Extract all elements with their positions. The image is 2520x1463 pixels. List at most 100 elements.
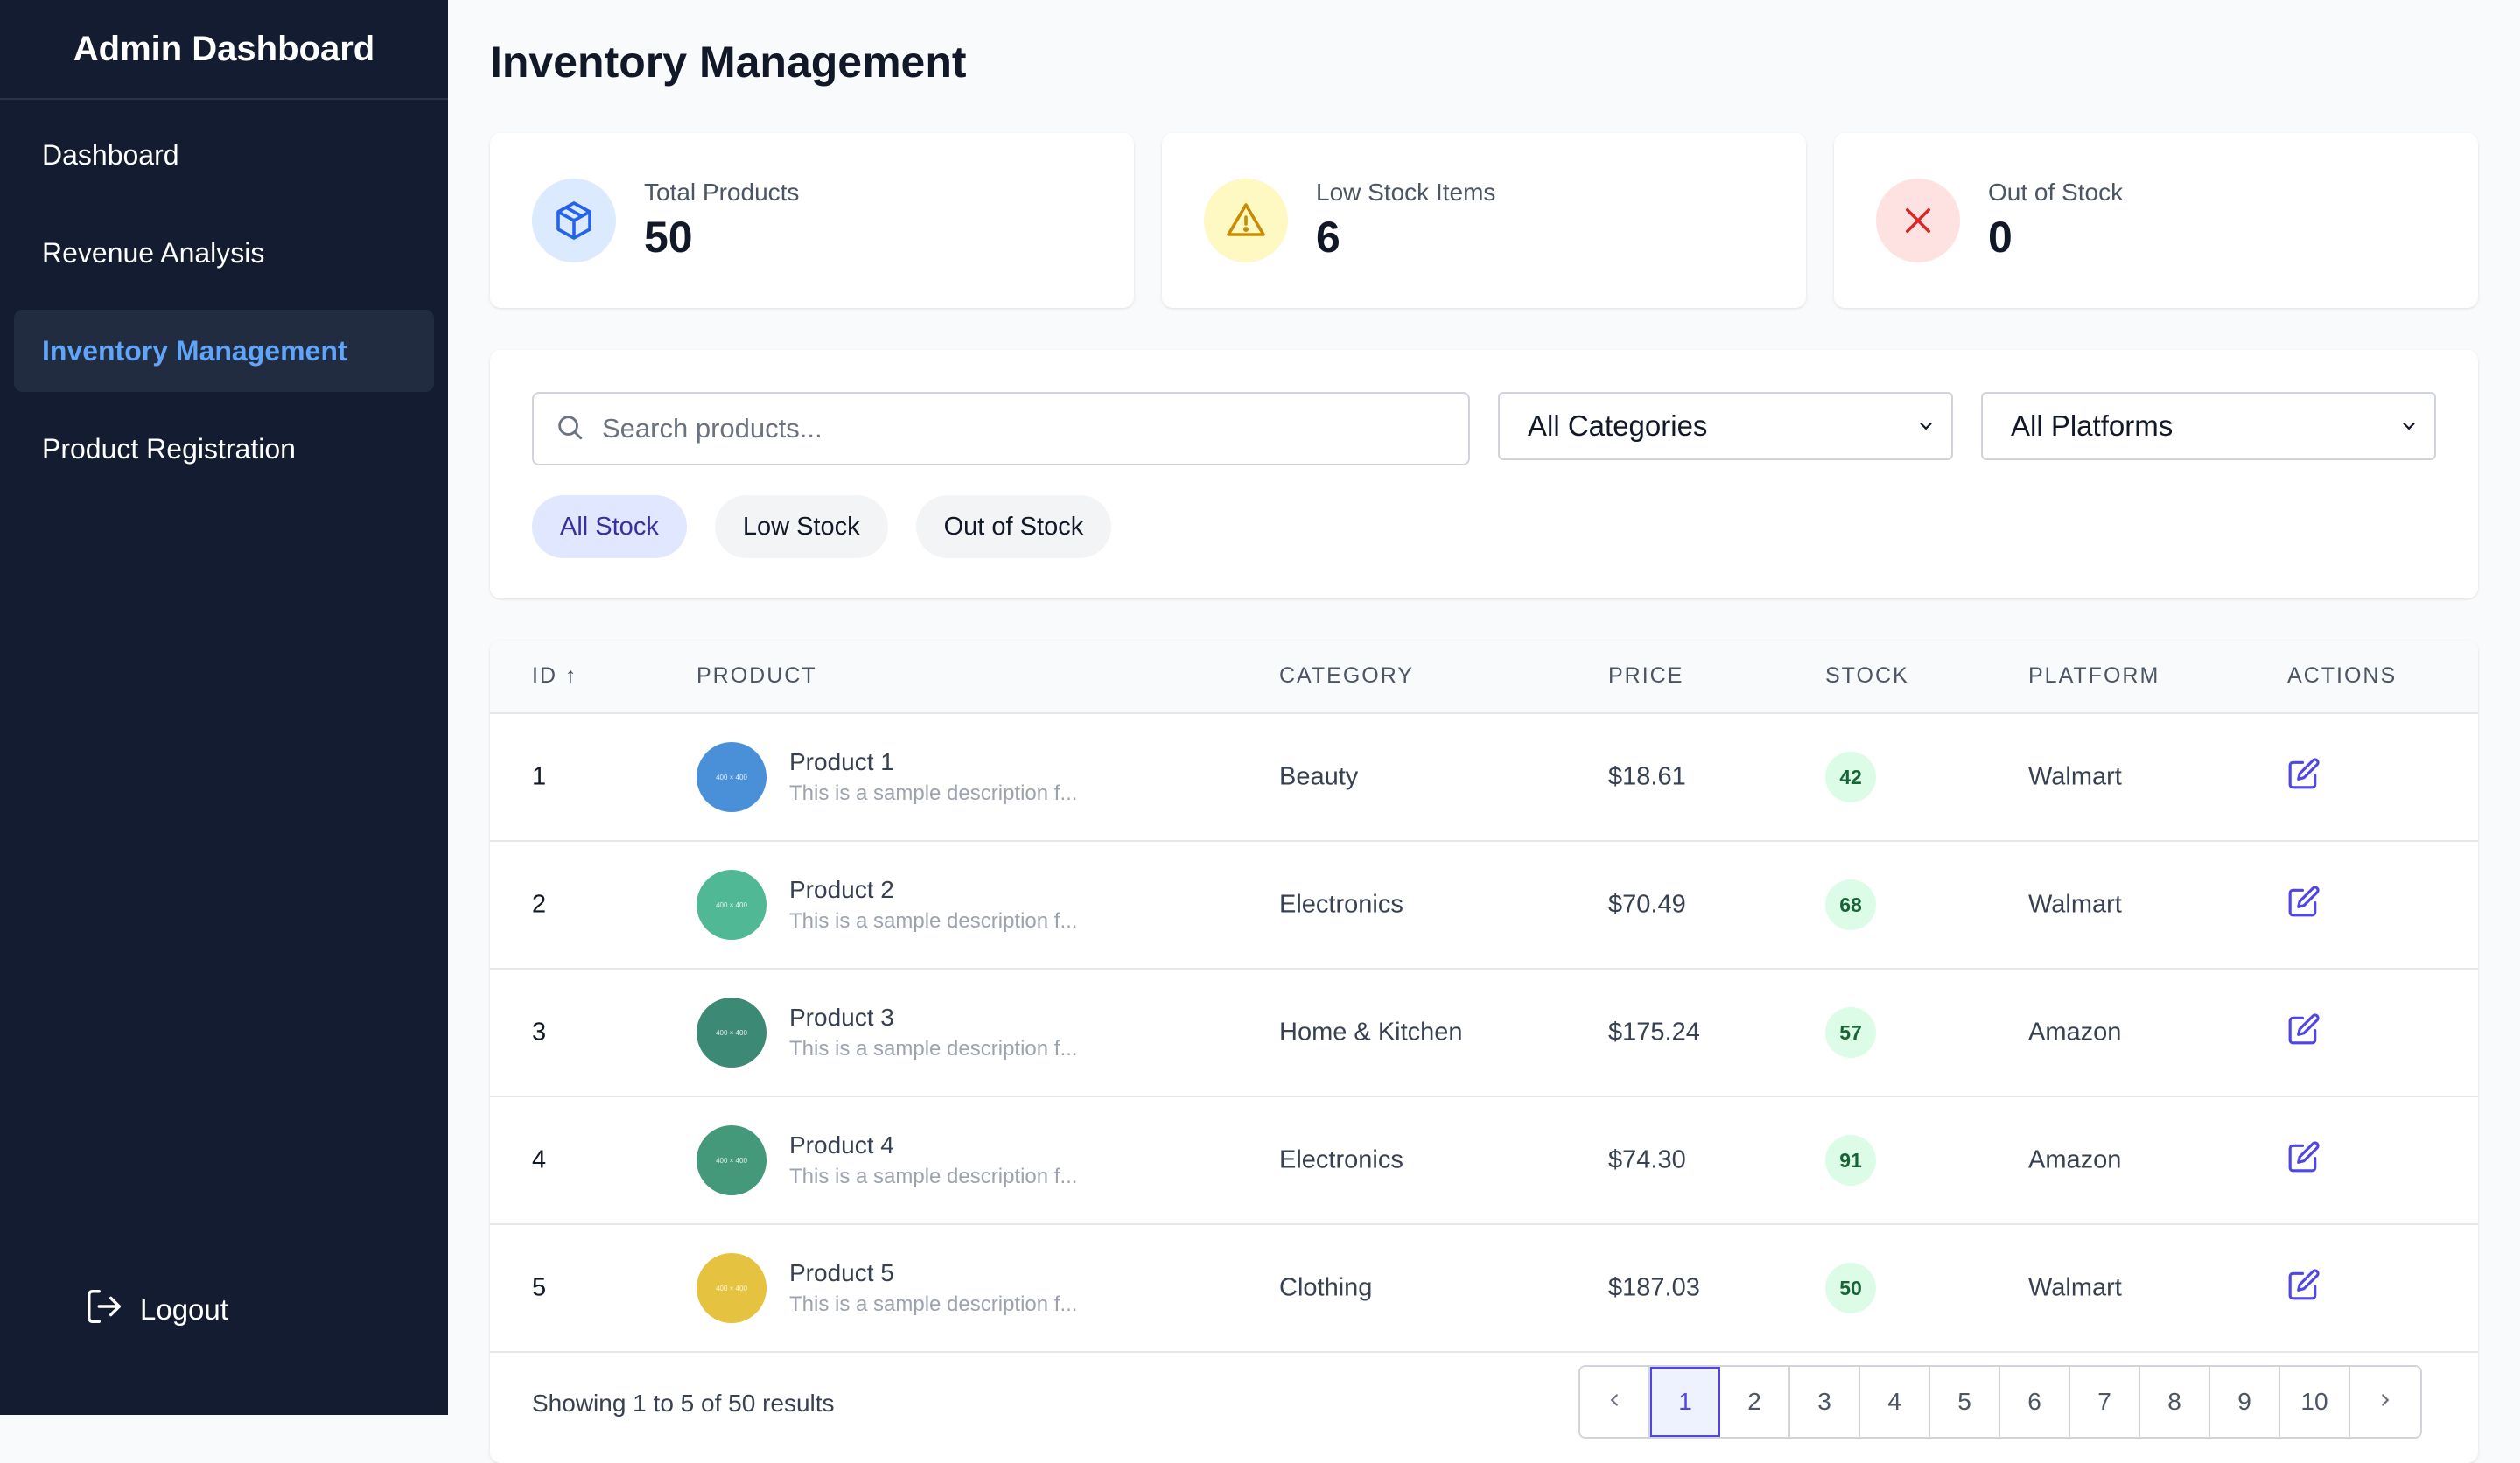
- stock-filter-chips: All Stock Low Stock Out of Stock: [532, 495, 1139, 558]
- cell-id: 2: [532, 890, 547, 919]
- product-description: This is a sample description f...: [789, 781, 1078, 805]
- edit-icon: [2287, 1013, 2320, 1052]
- cell-platform: Amazon: [2028, 1145, 2122, 1174]
- search-input[interactable]: [600, 412, 1391, 445]
- pagination: 1 2 3 4 5 6 7 8 9 10: [1578, 1365, 2422, 1438]
- cell-category: Electronics: [1279, 1145, 1404, 1174]
- product-name: Product 3: [789, 1004, 894, 1031]
- stock-badge: 68: [1825, 879, 1876, 930]
- stat-value: 6: [1316, 213, 1340, 262]
- page-button[interactable]: 10: [2280, 1367, 2350, 1437]
- chevron-right-icon: [2376, 1388, 2395, 1416]
- edit-button[interactable]: [2287, 885, 2320, 925]
- chip-all-stock[interactable]: All Stock: [532, 495, 687, 558]
- page-button[interactable]: 6: [2000, 1367, 2070, 1437]
- stats-row: Total Products 50 Low Stock Items 6 Out …: [490, 133, 2478, 308]
- sidebar-item-dashboard[interactable]: Dashboard: [14, 114, 434, 196]
- next-page-button[interactable]: [2350, 1367, 2420, 1437]
- search-box: [532, 392, 1470, 466]
- filters-panel: All Categories All Platforms All Stock L…: [490, 350, 2478, 598]
- page-button[interactable]: 8: [2140, 1367, 2210, 1437]
- cell-product: 400 × 400 Product 5 This is a sample des…: [696, 1253, 1077, 1323]
- edit-icon: [2287, 886, 2320, 924]
- cell-id: 5: [532, 1273, 547, 1302]
- cell-category: Home & Kitchen: [1279, 1018, 1463, 1046]
- column-header-id[interactable]: ID ↑: [532, 663, 578, 689]
- cell-price: $175.24: [1608, 1018, 1700, 1046]
- prev-page-button[interactable]: [1580, 1367, 1650, 1437]
- table-row: 3 400 × 400 Product 3 This is a sample d…: [490, 970, 2478, 1097]
- cell-category: Beauty: [1279, 762, 1359, 791]
- edit-button[interactable]: [2287, 1140, 2320, 1180]
- page-button[interactable]: 9: [2210, 1367, 2280, 1437]
- cell-category: Electronics: [1279, 890, 1404, 919]
- chevron-down-icon: [1916, 410, 1936, 443]
- inventory-table: ID ↑ PRODUCT CATEGORY PRICE STOCK PLATFO…: [490, 640, 2478, 1463]
- sidebar-item-product-registration[interactable]: Product Registration: [14, 408, 434, 490]
- table-row: 2 400 × 400 Product 2 This is a sample d…: [490, 842, 2478, 970]
- page-title: Inventory Management: [490, 38, 967, 87]
- page-button[interactable]: 4: [1860, 1367, 1930, 1437]
- sidebar: Admin Dashboard Dashboard Revenue Analys…: [0, 0, 448, 1415]
- product-name: Product 1: [789, 748, 894, 775]
- product-description: This is a sample description f...: [789, 1292, 1078, 1316]
- cell-platform: Walmart: [2028, 762, 2122, 791]
- column-header-platform[interactable]: PLATFORM: [2028, 663, 2160, 689]
- edit-button[interactable]: [2287, 757, 2320, 797]
- column-header-stock[interactable]: STOCK: [1825, 663, 1909, 689]
- product-thumbnail: 400 × 400: [696, 998, 766, 1068]
- column-header-price[interactable]: PRICE: [1608, 663, 1684, 689]
- edit-button[interactable]: [2287, 1012, 2320, 1053]
- box-icon: [532, 178, 616, 262]
- product-description: This is a sample description f...: [789, 909, 1078, 933]
- page-button[interactable]: 2: [1720, 1367, 1790, 1437]
- cell-product: 400 × 400 Product 4 This is a sample des…: [696, 1125, 1077, 1195]
- stat-label: Total Products: [644, 178, 800, 206]
- chip-low-stock[interactable]: Low Stock: [714, 495, 888, 558]
- page-button[interactable]: 7: [2070, 1367, 2140, 1437]
- table-row: 4 400 × 400 Product 4 This is a sample d…: [490, 1097, 2478, 1225]
- cell-price: $18.61: [1608, 762, 1686, 791]
- cell-price: $70.49: [1608, 890, 1686, 919]
- cell-product: 400 × 400 Product 2 This is a sample des…: [696, 870, 1077, 940]
- cell-platform: Walmart: [2028, 1273, 2122, 1302]
- page-button[interactable]: 3: [1790, 1367, 1860, 1437]
- edit-icon: [2287, 1269, 2320, 1307]
- results-summary: Showing 1 to 5 of 50 results: [532, 1390, 835, 1417]
- product-description: This is a sample description f...: [789, 1165, 1078, 1188]
- stat-card-total-products: Total Products 50: [490, 133, 1134, 308]
- logout-label: Logout: [140, 1293, 228, 1326]
- stat-value: 0: [1988, 213, 2012, 262]
- table-row: 5 400 × 400 Product 5 This is a sample d…: [490, 1225, 2478, 1353]
- sidebar-item-inventory-management[interactable]: Inventory Management: [14, 310, 434, 392]
- product-thumbnail: 400 × 400: [696, 870, 766, 940]
- cell-product: 400 × 400 Product 1 This is a sample des…: [696, 742, 1077, 812]
- page-button[interactable]: 5: [1930, 1367, 2000, 1437]
- edit-button[interactable]: [2287, 1268, 2320, 1308]
- category-select[interactable]: All Categories: [1498, 392, 1953, 460]
- stat-label: Out of Stock: [1988, 178, 2124, 206]
- product-thumbnail: 400 × 400: [696, 1125, 766, 1195]
- product-name: Product 5: [789, 1259, 894, 1286]
- table-header: ID ↑ PRODUCT CATEGORY PRICE STOCK PLATFO…: [490, 640, 2478, 714]
- stat-card-low-stock: Low Stock Items 6: [1162, 133, 1806, 308]
- cell-platform: Walmart: [2028, 890, 2122, 919]
- edit-icon: [2287, 758, 2320, 796]
- sidebar-item-revenue-analysis[interactable]: Revenue Analysis: [14, 212, 434, 294]
- cell-product: 400 × 400 Product 3 This is a sample des…: [696, 998, 1077, 1068]
- cell-platform: Amazon: [2028, 1018, 2122, 1046]
- stat-value: 50: [644, 213, 693, 262]
- logout-button[interactable]: Logout: [84, 1286, 228, 1334]
- product-name: Product 4: [789, 1131, 894, 1158]
- column-header-category[interactable]: CATEGORY: [1279, 663, 1414, 689]
- cell-id: 3: [532, 1018, 547, 1046]
- stock-badge: 57: [1825, 1007, 1876, 1058]
- page-button[interactable]: 1: [1650, 1367, 1720, 1437]
- product-thumbnail: 400 × 400: [696, 1253, 766, 1323]
- chip-out-of-stock[interactable]: Out of Stock: [915, 495, 1112, 558]
- chevron-left-icon: [1605, 1388, 1624, 1416]
- edit-icon: [2287, 1141, 2320, 1180]
- platform-select[interactable]: All Platforms: [1981, 392, 2436, 460]
- column-header-product[interactable]: PRODUCT: [696, 663, 817, 689]
- sort-asc-icon: ↑: [564, 663, 578, 688]
